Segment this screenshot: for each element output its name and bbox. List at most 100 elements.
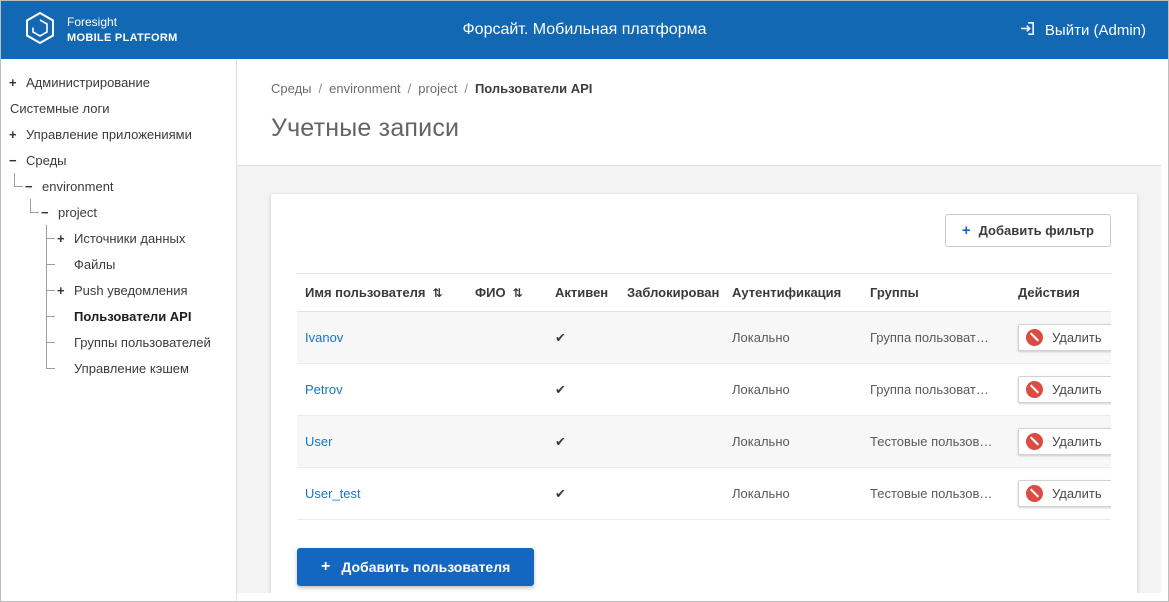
- user-link[interactable]: Petrov: [305, 382, 343, 397]
- sidebar-item-data-sources[interactable]: + Источники данных: [1, 225, 236, 251]
- foresight-logo-icon: [23, 11, 57, 50]
- table-row: User ✔ Локально Тестовые пользов… Удалит…: [297, 415, 1111, 468]
- user-link[interactable]: User: [305, 434, 332, 449]
- sidebar-item-label: environment: [42, 178, 114, 194]
- tree-connector: [41, 251, 57, 277]
- users-table: Имя пользователя ФИО Активен Заблокирова…: [297, 273, 1111, 520]
- column-header-label: ФИО: [475, 285, 506, 300]
- sidebar-item-user-groups[interactable]: Группы пользователей: [1, 329, 236, 355]
- app-header: Foresight MOBILE PLATFORM Форсайт. Мобил…: [1, 1, 1168, 59]
- cell-fio: [467, 311, 547, 364]
- cell-actions: Удалить: [1010, 363, 1111, 416]
- cell-groups: Тестовые пользов…: [862, 415, 1010, 468]
- logout-label: Выйти (Admin): [1044, 21, 1146, 39]
- cell-username: User: [297, 415, 467, 468]
- breadcrumb-item-environment[interactable]: environment: [312, 81, 401, 96]
- column-header-blocked: Заблокирован: [619, 273, 724, 312]
- delete-label: Удалить: [1052, 382, 1102, 397]
- sidebar-item-environments[interactable]: − Среды: [1, 147, 236, 173]
- tree-connector: [9, 173, 25, 199]
- cell-active: ✔: [547, 311, 619, 364]
- sidebar-item-label: Пользователи API: [74, 308, 192, 324]
- plus-icon: [321, 558, 330, 576]
- add-filter-button[interactable]: Добавить фильтр: [944, 214, 1111, 247]
- delete-button[interactable]: Удалить: [1018, 428, 1111, 455]
- tree-connector: [41, 303, 57, 329]
- sidebar: + Администрирование Системные логи + Упр…: [1, 59, 237, 601]
- logo-text: Foresight MOBILE PLATFORM: [67, 15, 178, 45]
- expand-icon: +: [57, 230, 65, 246]
- no-entry-icon: [1026, 433, 1043, 450]
- expand-icon: +: [9, 126, 17, 142]
- page-title: Учетные записи: [271, 114, 460, 142]
- breadcrumb-item-environments[interactable]: Среды: [271, 81, 312, 96]
- sidebar-item-label: Управление кэшем: [74, 360, 189, 376]
- tree-connector: [41, 277, 57, 303]
- tree-connector: [41, 329, 57, 355]
- logout-button[interactable]: Выйти (Admin): [1019, 20, 1146, 41]
- cell-fio: [467, 415, 547, 468]
- column-header-active: Активен: [547, 273, 619, 312]
- tree-connector: [41, 355, 57, 381]
- cell-actions: Удалить: [1010, 467, 1111, 520]
- sidebar-item-api-users[interactable]: Пользователи API: [1, 303, 236, 329]
- sidebar-item-system-logs[interactable]: Системные логи: [1, 95, 236, 121]
- tree-connector: [25, 199, 41, 225]
- logout-icon: [1019, 20, 1036, 41]
- sidebar-item-label: project: [58, 204, 98, 220]
- user-link[interactable]: User_test: [305, 486, 361, 501]
- sidebar-item-push-notifications[interactable]: + Push уведомления: [1, 277, 236, 303]
- cell-groups: Группа пользоват…: [862, 311, 1010, 364]
- cell-actions: Удалить: [1010, 311, 1111, 364]
- sidebar-item-files[interactable]: Файлы: [1, 251, 236, 277]
- check-icon: ✔: [555, 381, 566, 397]
- cell-blocked: [619, 311, 724, 364]
- sidebar-item-project[interactable]: − project: [1, 199, 236, 225]
- sidebar-item-environment[interactable]: − environment: [1, 173, 236, 199]
- logo-line1: Foresight: [67, 15, 118, 30]
- add-user-button[interactable]: Добавить пользователя: [297, 548, 535, 586]
- cell-username: Ivanov: [297, 311, 467, 364]
- column-header-fio[interactable]: ФИО: [467, 273, 547, 312]
- sidebar-item-administration[interactable]: + Администрирование: [1, 69, 236, 95]
- delete-label: Удалить: [1052, 486, 1102, 501]
- add-user-label: Добавить пользователя: [341, 559, 511, 575]
- delete-button[interactable]: Удалить: [1018, 324, 1111, 351]
- sidebar-item-cache-management[interactable]: Управление кэшем: [1, 355, 236, 381]
- column-header-groups: Группы: [862, 273, 1010, 312]
- table-row: User_test ✔ Локально Тестовые пользов… У…: [297, 467, 1111, 520]
- cell-active: ✔: [547, 467, 619, 520]
- sidebar-item-app-management[interactable]: + Управление приложениями: [1, 121, 236, 147]
- sidebar-item-label: Источники данных: [74, 230, 186, 246]
- sidebar-item-label: Управление приложениями: [26, 126, 192, 142]
- navigation-tree: + Администрирование Системные логи + Упр…: [1, 69, 236, 381]
- breadcrumb-item-current: Пользователи API: [457, 81, 592, 96]
- sidebar-item-label: Файлы: [74, 256, 116, 272]
- card-toolbar: Добавить фильтр: [297, 214, 1111, 247]
- cell-fio: [467, 467, 547, 520]
- sidebar-item-label: Среды: [26, 152, 67, 168]
- delete-button[interactable]: Удалить: [1018, 376, 1111, 403]
- column-header-username[interactable]: Имя пользователя: [297, 273, 467, 312]
- logo-line2: MOBILE PLATFORM: [67, 31, 178, 44]
- breadcrumb-item-project[interactable]: project: [401, 81, 457, 96]
- content: + Администрирование Системные логи + Упр…: [1, 59, 1168, 601]
- column-header-actions: Действия: [1010, 273, 1111, 312]
- sort-icon[interactable]: [432, 286, 442, 300]
- cell-blocked: [619, 363, 724, 416]
- delete-button[interactable]: Удалить: [1018, 480, 1111, 507]
- user-link[interactable]: Ivanov: [305, 330, 343, 345]
- no-entry-icon: [1026, 485, 1043, 502]
- delete-label: Удалить: [1052, 434, 1102, 449]
- cell-blocked: [619, 415, 724, 468]
- sort-icon[interactable]: [513, 286, 523, 300]
- sidebar-item-label: Push уведомления: [74, 282, 188, 298]
